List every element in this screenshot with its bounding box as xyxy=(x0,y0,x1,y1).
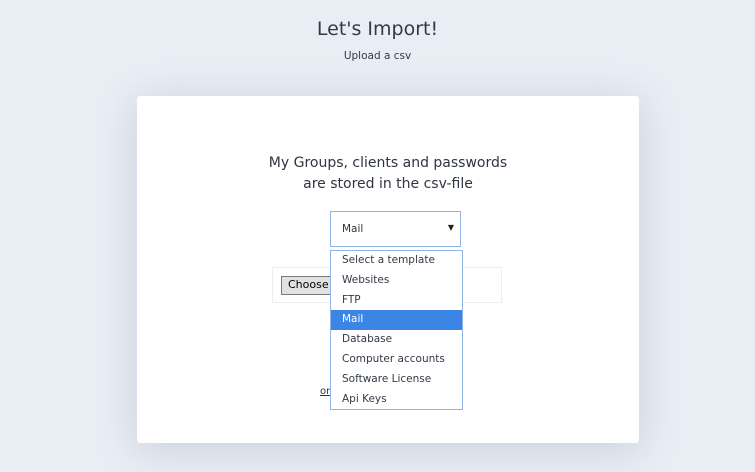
option-mail[interactable]: Mail xyxy=(331,310,462,331)
option-software-license[interactable]: Software License xyxy=(331,370,462,390)
template-select[interactable]: Mail ▼ xyxy=(330,211,461,247)
page-title: Let's Import! xyxy=(316,18,439,40)
page-subtitle: Upload a csv xyxy=(343,50,412,62)
import-description: My Groups, clients and passwords are sto… xyxy=(137,153,639,195)
dropdown-arrow-icon: ▼ xyxy=(447,223,454,232)
option-database[interactable]: Database xyxy=(331,330,462,350)
option-computer-accounts[interactable]: Computer accounts xyxy=(331,350,462,370)
option-api-keys[interactable]: Api Keys xyxy=(331,390,462,410)
option-ftp[interactable]: FTP xyxy=(331,291,462,311)
choose-file-button[interactable]: Choose xyxy=(281,276,331,295)
description-line-2: are stored in the csv-file xyxy=(303,176,473,192)
or-link[interactable]: or xyxy=(320,386,330,397)
template-select-value: Mail xyxy=(342,223,364,235)
option-select-template[interactable]: Select a template xyxy=(331,251,462,271)
description-line-1: My Groups, clients and passwords xyxy=(268,155,508,171)
template-dropdown-list: Select a template Websites FTP Mail Data… xyxy=(330,250,463,410)
option-websites[interactable]: Websites xyxy=(331,271,462,291)
